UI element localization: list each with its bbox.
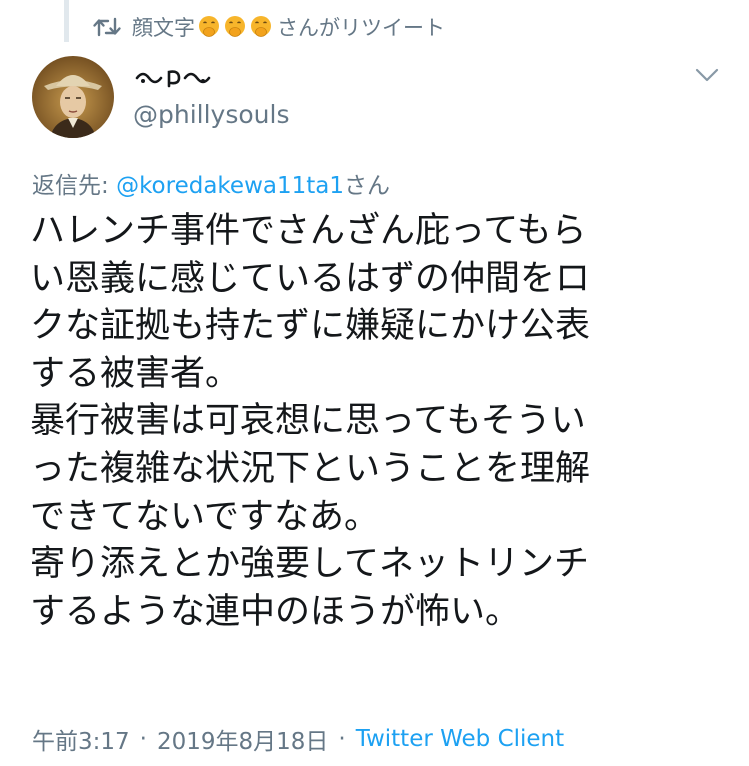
replying-to: 返信先: @koredakewa11ta1さん <box>32 166 390 200</box>
tweet-line: 寄り添えとか強要してネットリンチ <box>30 544 589 585</box>
retweet-label: さんがリツイート <box>277 16 445 40</box>
tweet-line: クな証拠も持たずに嫌疑にかけ公表 <box>30 306 591 347</box>
tweet-body: ハレンチ事件でさんざん庇ってもら い恩義に感じているはずの仲間をロ クな証拠も持… <box>30 208 730 636</box>
display-name-swirl-icon[interactable] <box>133 66 221 90</box>
tweet-line: できてないですなあ。 <box>30 496 379 537</box>
chevron-down-icon[interactable] <box>692 64 722 86</box>
tweet-client-link[interactable]: Twitter Web Client <box>356 726 564 752</box>
meta-separator: · <box>139 726 147 752</box>
retweet-icon <box>93 17 121 37</box>
avatar[interactable] <box>32 56 114 138</box>
meta-separator: · <box>338 726 346 752</box>
reply-mention-link[interactable]: @koredakewa11ta1 <box>116 173 344 199</box>
reply-honorific: さん <box>344 173 390 199</box>
tweet-time[interactable]: 午前3:17 <box>32 722 130 756</box>
avatar-image <box>32 56 114 138</box>
face-with-hand-over-mouth-icon <box>251 16 271 37</box>
tweet-line: ハレンチ事件でさんざん庇ってもら <box>30 211 587 251</box>
tweet-line: する被害者。 <box>30 353 241 394</box>
tweet-line: するような連中のほうが怖い。 <box>30 591 521 632</box>
user-handle[interactable]: @phillysouls <box>133 100 289 129</box>
face-with-hand-over-mouth-icon <box>225 16 245 37</box>
face-with-hand-over-mouth-icon <box>199 16 219 37</box>
tweet-date[interactable]: 2019年8月18日 <box>157 722 328 756</box>
replying-to-label: 返信先: <box>32 173 117 199</box>
thread-connector-line <box>64 0 69 42</box>
tweet-meta: 午前3:17 · 2019年8月18日 · Twitter Web Client <box>32 722 564 756</box>
tweet-line: 暴行被害は可哀想に思ってもそうい <box>30 401 586 442</box>
tweet-line: い恩義に感じているはずの仲間をロ <box>30 258 591 299</box>
tweet-line: った複雑な状況下ということを理解 <box>30 448 591 489</box>
retweeter-name[interactable]: 顔文字 <box>132 12 195 42</box>
retweet-context[interactable]: 顔文字 さんがリツイート <box>92 10 445 44</box>
